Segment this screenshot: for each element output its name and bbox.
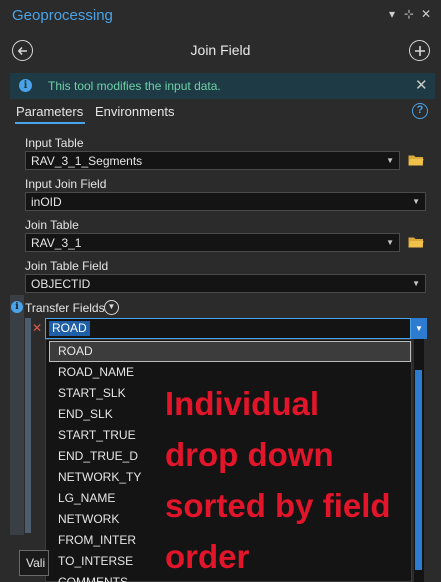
join-table-field-value: OBJECTID <box>31 277 91 291</box>
browse-folder-icon[interactable] <box>408 154 424 166</box>
tab-environments[interactable]: Environments <box>95 104 174 119</box>
add-button[interactable] <box>409 40 430 61</box>
browse-folder-icon[interactable] <box>408 236 424 248</box>
transfer-field-input[interactable]: ROAD <box>45 318 411 339</box>
join-table-field-label: Join Table Field <box>25 259 109 273</box>
dropdown-item-highlighted[interactable]: ROAD <box>49 341 411 362</box>
chevron-down-icon: ▼ <box>412 197 420 206</box>
close-pane-icon[interactable]: ✕ <box>421 7 431 21</box>
parameter-group-bar <box>10 295 24 535</box>
chevron-down-icon: ▼ <box>386 156 394 165</box>
input-join-field-label: Input Join Field <box>25 177 107 191</box>
transfer-field-value: ROAD <box>49 321 90 336</box>
pane-menu-chevron-icon[interactable]: ▾ <box>389 7 395 21</box>
active-tab-indicator <box>15 122 85 124</box>
annotation-text: Individual drop down sorted by field ord… <box>165 378 425 582</box>
transfer-field-row-handle[interactable] <box>25 318 31 533</box>
pane-title: Geoprocessing <box>12 7 113 24</box>
join-table-field-select[interactable]: OBJECTID ▼ <box>25 274 426 293</box>
input-join-field-select[interactable]: inOID ▼ <box>25 192 426 211</box>
pane-title-bar: Geoprocessing ▾ ⊹ ✕ <box>0 0 441 32</box>
input-table-value: RAV_3_1_Segments <box>31 154 143 168</box>
join-table-value: RAV_3_1 <box>31 236 82 250</box>
pin-icon[interactable]: ⊹ <box>404 7 414 21</box>
annotation-line: sorted by field <box>165 487 391 524</box>
expand-chevron-icon[interactable]: ▼ <box>104 300 119 315</box>
plus-icon <box>414 45 425 56</box>
input-table-select[interactable]: RAV_3_1_Segments ▼ <box>25 151 400 170</box>
chevron-down-icon: ▼ <box>412 279 420 288</box>
chevron-down-icon: ▼ <box>386 238 394 247</box>
join-table-select[interactable]: RAV_3_1 ▼ <box>25 233 400 252</box>
tool-title: Join Field <box>190 42 251 58</box>
join-table-label: Join Table <box>25 218 79 232</box>
transfer-fields-label: Transfer Fields <box>25 301 105 315</box>
annotation-line: order <box>165 538 250 575</box>
dropdown-toggle-button[interactable]: ▼ <box>411 318 427 339</box>
help-icon[interactable]: ? <box>412 103 428 119</box>
info-banner: i This tool modifies the input data. ✕ <box>10 73 435 99</box>
tab-parameters[interactable]: Parameters <box>16 104 83 119</box>
info-message: This tool modifies the input data. <box>48 79 221 93</box>
annotation-line: Individual <box>165 385 320 422</box>
info-icon: i <box>19 79 32 92</box>
validate-button[interactable]: Vali <box>19 550 49 576</box>
remove-field-icon[interactable]: ✕ <box>32 321 42 335</box>
input-table-label: Input Table <box>25 136 84 150</box>
info-icon[interactable]: i <box>11 301 23 313</box>
annotation-line: drop down <box>165 436 334 473</box>
input-join-field-value: inOID <box>31 195 62 209</box>
close-banner-icon[interactable]: ✕ <box>415 76 428 94</box>
